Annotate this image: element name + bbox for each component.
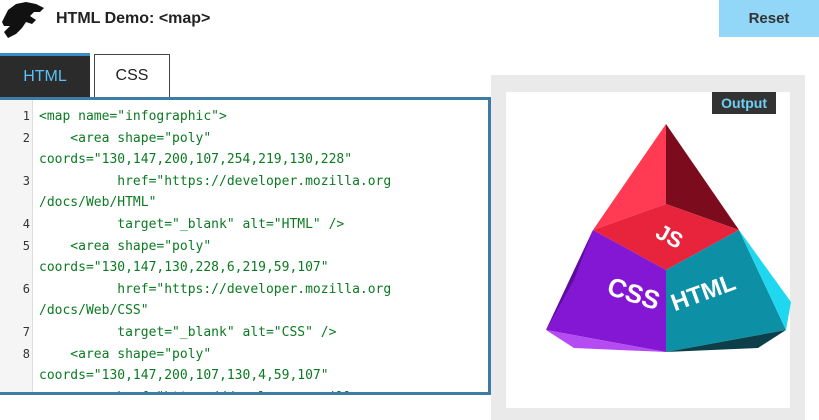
line-number: 1 bbox=[22, 109, 30, 123]
code-text: href="https://developer.mozilla.org bbox=[39, 281, 392, 297]
line-number: 5 bbox=[22, 238, 30, 253]
code-line: coords="130,147,200,107,130,4,59,107" bbox=[0, 365, 488, 387]
header: HTML Demo: <map> Reset bbox=[0, 0, 819, 40]
code-text: coords="130,147,130,228,6,219,59,107" bbox=[39, 260, 329, 276]
code-text: href="https://developer.mozilla.org bbox=[39, 173, 392, 189]
output-label: Output bbox=[712, 92, 776, 114]
dinosaur-head-icon bbox=[0, 0, 46, 40]
code-line: 5 <area shape="poly" bbox=[0, 236, 488, 258]
output-panel: Output JS CSS HTML bbox=[491, 75, 805, 420]
code-text: <area shape="poly" bbox=[39, 346, 212, 362]
code-text: target="_blank" alt="HTML" /> bbox=[39, 216, 345, 232]
line-number: 4 bbox=[22, 216, 30, 231]
code-line: 6 href="https://developer.mozilla.org bbox=[0, 279, 488, 301]
line-number: 9 bbox=[0, 387, 30, 392]
code-text: <map name="infographic"> bbox=[39, 109, 227, 124]
code-text: coords="130,147,200,107,254,219,130,228" bbox=[39, 152, 353, 168]
code-line: coords="130,147,130,228,6,219,59,107" bbox=[0, 257, 488, 279]
line-number: 7 bbox=[22, 324, 30, 339]
code-text: <area shape="poly" bbox=[39, 130, 212, 146]
code-text: coords="130,147,200,107,130,4,59,107" bbox=[39, 368, 329, 384]
code-line: 7 target="_blank" alt="CSS" /> bbox=[0, 322, 488, 344]
code-text: /docs/Web/HTML" bbox=[39, 195, 157, 211]
code-text: /docs/Web/CSS" bbox=[39, 303, 149, 319]
line-number: 2 bbox=[22, 130, 30, 145]
code-text: href="https://developer.mozilla.org bbox=[39, 387, 391, 392]
code-line: /docs/Web/CSS" bbox=[0, 300, 488, 322]
output-frame: Output JS CSS HTML bbox=[506, 92, 791, 408]
code-line: 3 href="https://developer.mozilla.org bbox=[0, 171, 488, 193]
code-line: 2 <area shape="poly" bbox=[0, 128, 488, 150]
code-line: 9 href="https://developer.mozilla.org bbox=[0, 387, 488, 392]
code-text: <area shape="poly" bbox=[39, 238, 212, 254]
line-number: 3 bbox=[22, 173, 30, 188]
page-title: HTML Demo: <map> bbox=[56, 10, 211, 27]
code-line: 4 target="_blank" alt="HTML" /> bbox=[0, 214, 488, 236]
reset-button[interactable]: Reset bbox=[719, 0, 819, 37]
code-line: /docs/Web/HTML" bbox=[0, 192, 488, 214]
tab-css[interactable]: CSS bbox=[94, 54, 170, 97]
code-text: target="_blank" alt="CSS" /> bbox=[39, 324, 337, 340]
code-line: coords="130,147,200,107,254,219,130,228" bbox=[0, 149, 488, 171]
code-editor[interactable]: 1 <map name="infographic"> 2 <area shape=… bbox=[0, 97, 491, 395]
infographic-image-map[interactable]: JS CSS HTML bbox=[536, 112, 796, 352]
code-line: 8 <area shape="poly" bbox=[0, 344, 488, 366]
code-line: 1 <map name="infographic"> bbox=[0, 106, 488, 128]
code-area[interactable]: 1 <map name="infographic"> 2 <area shape=… bbox=[0, 106, 488, 392]
line-number: 8 bbox=[22, 346, 30, 361]
tab-html[interactable]: HTML bbox=[0, 53, 90, 97]
line-number: 6 bbox=[22, 281, 30, 296]
